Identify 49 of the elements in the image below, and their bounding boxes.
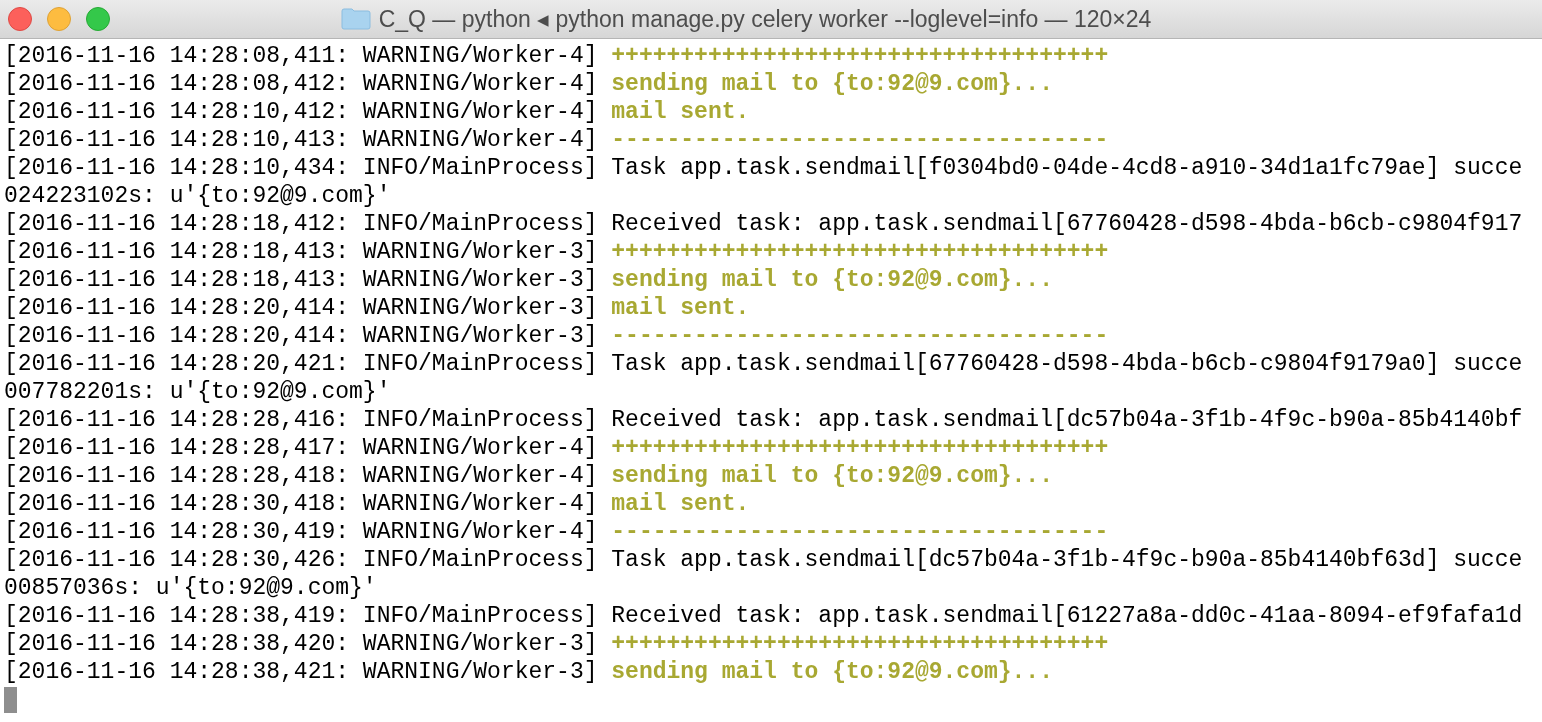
log-message: Received task: app.task.sendmail[dc57b04a-3f1b-4f9c-b90a-85b4140bf	[611, 406, 1523, 434]
log-message: ++++++++++++++++++++++++++++++++++++	[611, 434, 1109, 462]
folder-icon	[340, 8, 371, 30]
log-message: Received task: app.task.sendmail[67760428-d598-4bda-b6cb-c9804f917	[611, 210, 1523, 238]
minimize-button[interactable]	[47, 7, 71, 31]
log-message: Task app.task.sendmail[dc57b04a-3f1b-4f9c-b90a-85b4140bf63d] succe	[611, 546, 1523, 574]
log-message: mail sent.	[611, 490, 750, 518]
log-message: ------------------------------------	[611, 126, 1109, 154]
log-header: [2016-11-16 14:28:28,416: INFO/MainProcess]	[4, 406, 598, 434]
log-header: [2016-11-16 14:28:08,411: WARNING/Worker-4]	[4, 42, 598, 70]
window-title: C_Q — python ◂ python manage.py celery worker --loglevel=info — 120×24	[378, 5, 1152, 33]
log-message: Task app.task.sendmail[f0304bd0-04de-4cd8-a910-34d1a1fc79ae] succe	[611, 154, 1523, 182]
log-header: [2016-11-16 14:28:30,426: INFO/MainProcess]	[4, 546, 598, 574]
log-message: 007782201s: u'{to:92@9.com}'	[4, 378, 391, 406]
log-header: [2016-11-16 14:28:38,420: WARNING/Worker-3]	[4, 630, 598, 658]
log-header: [2016-11-16 14:28:30,418: WARNING/Worker-4]	[4, 490, 598, 518]
log-message: Task app.task.sendmail[67760428-d598-4bda-b6cb-c9804f9179a0] succe	[611, 350, 1523, 378]
log-header: [2016-11-16 14:28:28,417: WARNING/Worker-4]	[4, 434, 598, 462]
log-message: ++++++++++++++++++++++++++++++++++++	[611, 42, 1109, 70]
zoom-button[interactable]	[86, 7, 110, 31]
log-header: [2016-11-16 14:28:20,414: WARNING/Worker-3]	[4, 294, 598, 322]
log-message: sending mail to {to:92@9.com}...	[611, 462, 1053, 490]
log-message: mail sent.	[611, 294, 750, 322]
log-message: sending mail to {to:92@9.com}...	[611, 70, 1053, 98]
log-header: [2016-11-16 14:28:38,421: WARNING/Worker-3]	[4, 658, 598, 686]
log-message: mail sent.	[611, 98, 750, 126]
log-message: 00857036s: u'{to:92@9.com}'	[4, 574, 377, 602]
log-message: ------------------------------------	[611, 322, 1109, 350]
log-header: [2016-11-16 14:28:18,413: WARNING/Worker-3]	[4, 266, 598, 294]
log-header: [2016-11-16 14:28:18,413: WARNING/Worker-3]	[4, 238, 598, 266]
log-message: ------------------------------------	[611, 518, 1109, 546]
log-message: sending mail to {to:92@9.com}...	[611, 658, 1053, 686]
log-header: [2016-11-16 14:28:10,413: WARNING/Worker-4]	[4, 126, 598, 154]
log-header: [2016-11-16 14:28:30,419: WARNING/Worker-4]	[4, 518, 598, 546]
log-message: ++++++++++++++++++++++++++++++++++++	[611, 238, 1109, 266]
log-header: [2016-11-16 14:28:28,418: WARNING/Worker-4]	[4, 462, 598, 490]
log-message: 024223102s: u'{to:92@9.com}'	[4, 182, 391, 210]
close-button[interactable]	[8, 7, 32, 31]
log-header: [2016-11-16 14:28:10,434: INFO/MainProcess]	[4, 154, 598, 182]
log-header: [2016-11-16 14:28:38,419: INFO/MainProcess]	[4, 602, 598, 630]
log-message: ++++++++++++++++++++++++++++++++++++	[611, 630, 1109, 658]
log-message: Received task: app.task.sendmail[61227a8a-dd0c-41aa-8094-ef9fafa1d	[611, 602, 1523, 630]
log-header: [2016-11-16 14:28:20,421: INFO/MainProcess]	[4, 350, 598, 378]
log-header: [2016-11-16 14:28:20,414: WARNING/Worker-3]	[4, 322, 598, 350]
log-header: [2016-11-16 14:28:10,412: WARNING/Worker-4]	[4, 98, 598, 126]
log-header: [2016-11-16 14:28:18,412: INFO/MainProcess]	[4, 210, 598, 238]
text-cursor	[4, 687, 17, 713]
log-message: sending mail to {to:92@9.com}...	[611, 266, 1053, 294]
log-header: [2016-11-16 14:28:08,412: WARNING/Worker-4]	[4, 70, 598, 98]
